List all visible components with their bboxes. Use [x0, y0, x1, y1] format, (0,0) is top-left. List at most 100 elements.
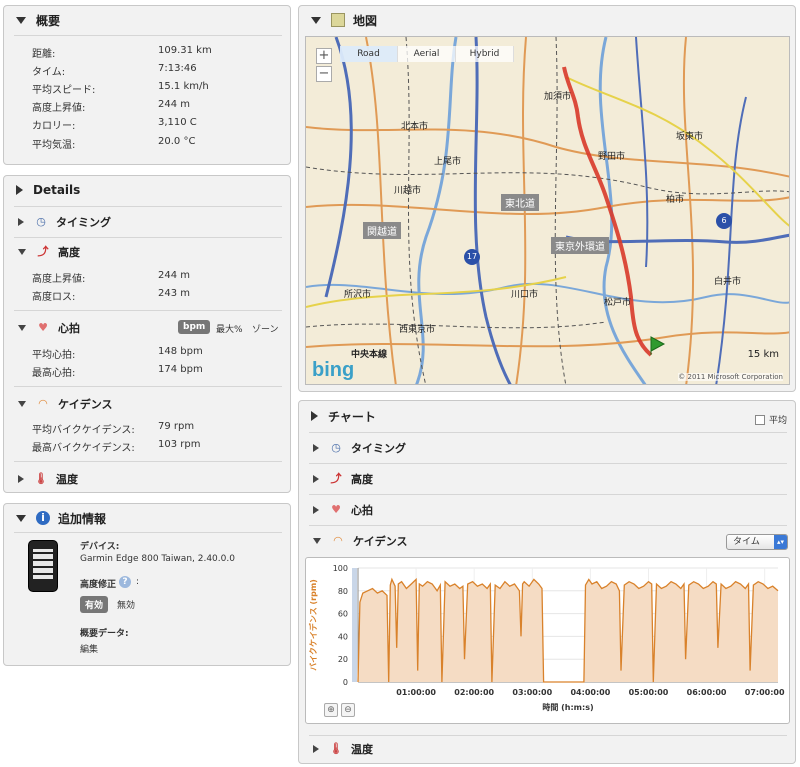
- map-label-bando: 坂東市: [676, 132, 704, 142]
- collapse-triangle-icon: [16, 514, 26, 522]
- expand-triangle-icon: [313, 506, 319, 514]
- map-mode-toggle: Road Aerial Hybrid: [340, 46, 514, 62]
- bpm-toggle[interactable]: bpm: [178, 320, 211, 334]
- overview-header[interactable]: 概要: [4, 6, 290, 34]
- chart-timing-title: タイミング: [351, 442, 406, 455]
- average-label: 平均: [769, 416, 788, 426]
- map-mode-road[interactable]: Road: [340, 46, 398, 62]
- cadence-icon: ◠: [333, 534, 343, 547]
- altitude-icon: ⤴: [330, 472, 342, 485]
- temperature-section-header[interactable]: 🌡 温度: [18, 471, 78, 487]
- map-label-kitamoto: 北本市: [401, 122, 429, 132]
- max-percent-toggle[interactable]: 最大%: [216, 322, 243, 335]
- heart-title: 心拍: [58, 322, 80, 335]
- heart-label: 平均心拍:: [32, 350, 76, 361]
- cadence-label: 最高バイクケイデンス:: [32, 443, 135, 454]
- cadence-chart-svg: 0 20 40 60 80 100 01:00:00 02:00:00 03:00:00 04:0…: [308, 564, 785, 712]
- disabled-toggle[interactable]: 無効: [117, 598, 135, 611]
- divider: [309, 735, 787, 736]
- x-tick-label: 07:00:00: [745, 688, 785, 697]
- heart-section-header[interactable]: ♥ 心拍: [18, 320, 80, 336]
- map-mode-aerial[interactable]: Aerial: [398, 46, 456, 62]
- altitude-label: 高度ロス:: [32, 292, 76, 303]
- overview-value: 7:13:46: [158, 63, 197, 74]
- timing-section-header[interactable]: ◷ タイミング: [18, 214, 111, 230]
- x-tick-label: 02:00:00: [454, 688, 494, 697]
- y-tick-label: 100: [333, 564, 348, 573]
- map-label-chuo: 中央本線: [351, 350, 388, 360]
- bing-logo: bing: [312, 359, 355, 381]
- map-icon: [331, 13, 345, 27]
- divider: [14, 237, 282, 238]
- map-zoom-in-button[interactable]: +: [316, 48, 332, 64]
- y-tick-label: 60: [338, 610, 348, 619]
- edit-link[interactable]: 編集: [80, 642, 98, 655]
- x-axis-label: 時間 (h:m:s): [542, 702, 593, 712]
- overview-value: 244 m: [158, 99, 191, 110]
- map-label-noda: 野田市: [598, 152, 626, 162]
- details-panel: Details ◷ タイミング ⤴ 高度 高度上昇値: 244 m 高度ロス: …: [3, 175, 291, 493]
- enabled-toggle[interactable]: 有効: [80, 596, 109, 613]
- cadence-section-header[interactable]: ◠ ケイデンス: [18, 396, 113, 412]
- map-label-shiroi: 白井市: [714, 277, 742, 287]
- x-axis-select-value: タイム: [733, 537, 760, 547]
- x-tick-label: 06:00:00: [687, 688, 727, 697]
- altitude-value: 244 m: [158, 270, 191, 281]
- overview-label: 平均気温:: [32, 140, 76, 151]
- map-scale: 15 km: [747, 349, 779, 360]
- details-title: Details: [33, 183, 81, 197]
- expand-triangle-icon: [18, 475, 24, 483]
- route-map[interactable]: Road Aerial Hybrid + − 関越道 東北道 東京外環道 中央本…: [305, 36, 790, 385]
- extra-info-panel: i 追加情報 デバイス: Garmin Edge 800 Taiwan, 2.4…: [3, 503, 291, 666]
- map-title: 地図: [353, 13, 378, 28]
- collapse-triangle-icon: [18, 249, 26, 255]
- divider: [309, 525, 787, 526]
- collapse-triangle-icon: [313, 538, 321, 544]
- map-label-matsudo: 松戸市: [604, 298, 632, 308]
- details-header[interactable]: Details: [4, 176, 290, 204]
- cadence-chart: 0 20 40 60 80 100 01:00:00 02:00:00 03:00:00 04:0…: [305, 557, 790, 724]
- zone-toggle[interactable]: ゾーン: [252, 322, 279, 335]
- chart-temperature-title: 温度: [351, 743, 373, 756]
- chart-zoom-out-button[interactable]: ⊖: [341, 703, 355, 717]
- divider: [14, 386, 282, 387]
- overview-title: 概要: [36, 13, 61, 28]
- x-tick-label: 01:00:00: [396, 688, 436, 697]
- map-header[interactable]: 地図: [299, 6, 795, 34]
- average-checkbox[interactable]: [755, 415, 765, 425]
- timing-title: タイミング: [56, 216, 111, 229]
- info-icon: i: [36, 511, 50, 525]
- chart-temperature-header[interactable]: 🌡 温度: [313, 741, 373, 757]
- expand-triangle-icon: [311, 411, 318, 421]
- heart-value: 148 bpm: [158, 346, 203, 357]
- expand-triangle-icon: [16, 185, 23, 195]
- altitude-icon: ⤴: [37, 245, 49, 258]
- altitude-section-header[interactable]: ⤴ 高度: [18, 244, 80, 260]
- divider: [14, 461, 282, 462]
- chart-heart-header[interactable]: ♥ 心拍: [313, 502, 373, 518]
- select-arrows-icon: ▴▾: [774, 535, 787, 549]
- clock-icon: ◷: [331, 441, 341, 454]
- map-zoom-out-button[interactable]: −: [316, 66, 332, 82]
- x-axis-select[interactable]: タイム ▴▾: [726, 534, 788, 550]
- map-mode-hybrid[interactable]: Hybrid: [456, 46, 514, 62]
- device-value: Garmin Edge 800 Taiwan, 2.40.0.0: [80, 554, 235, 564]
- chart-altitude-header[interactable]: ⤴ 高度: [313, 471, 373, 487]
- chart-cadence-header[interactable]: ◠ ケイデンス: [313, 533, 408, 549]
- overview-value: 20.0 °C: [158, 136, 196, 147]
- chart-header[interactable]: チャート: [299, 401, 795, 431]
- chart-cadence-title: ケイデンス: [353, 535, 408, 548]
- extra-info-header[interactable]: i 追加情報: [4, 504, 290, 532]
- help-icon[interactable]: ?: [119, 576, 131, 588]
- cadence-area: [358, 579, 778, 682]
- y-tick-label: 20: [338, 655, 348, 664]
- heart-value: 174 bpm: [158, 364, 203, 375]
- temperature-title: 温度: [56, 473, 78, 486]
- cadence-value: 79 rpm: [158, 421, 195, 432]
- map-copyright: © 2011 Microsoft Corporation: [678, 373, 783, 381]
- divider: [14, 532, 282, 533]
- chart-timing-header[interactable]: ◷ タイミング: [313, 440, 406, 456]
- chart-zoom-in-button[interactable]: ⊕: [324, 703, 338, 717]
- chart-heart-title: 心拍: [351, 504, 373, 517]
- y-axis-label: バイクケイデンス (rpm): [308, 579, 318, 671]
